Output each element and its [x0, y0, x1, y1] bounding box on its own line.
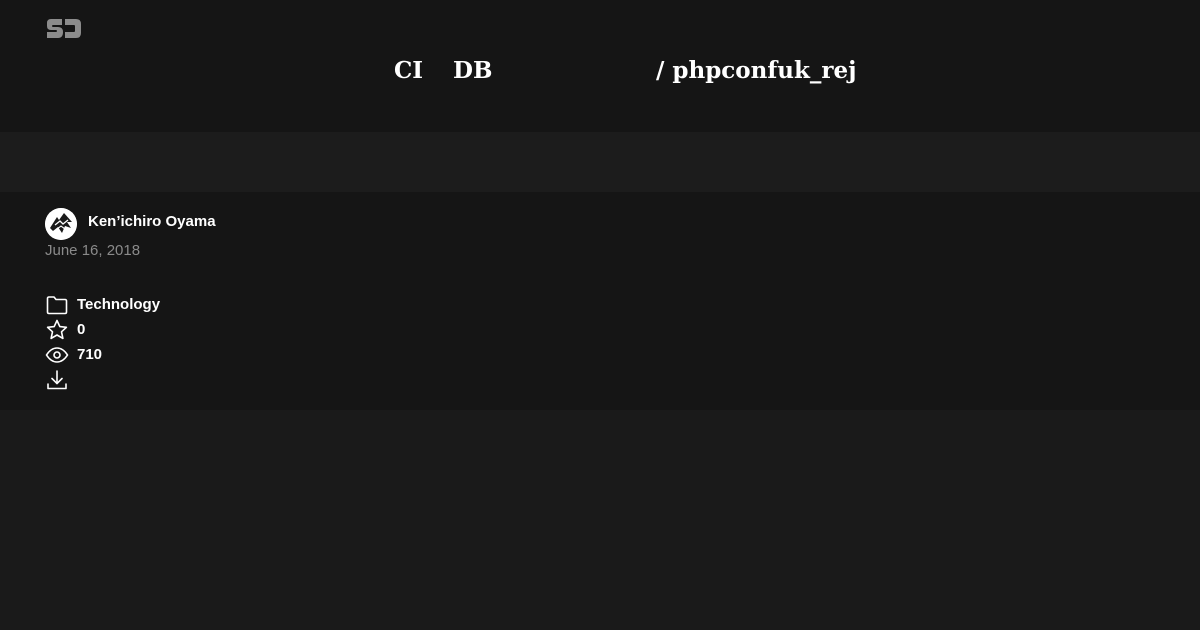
deck-title-part: / phpconfuk_rej: [656, 57, 857, 84]
stars-stat[interactable]: 0: [45, 318, 85, 342]
download-icon: [47, 370, 67, 390]
publish-date: June 16, 2018: [45, 242, 141, 259]
folder-icon: [46, 296, 68, 315]
stars-count: 0: [77, 321, 86, 338]
views-count: 710: [77, 346, 103, 363]
header: CI DB / phpconfuk_rej: [0, 0, 1200, 132]
category-label[interactable]: Technology: [77, 295, 160, 315]
slide-preview-band: [0, 132, 1200, 192]
download-button[interactable]: [45, 368, 69, 392]
deck-title: CI DB / phpconfuk_rej: [0, 52, 1200, 90]
star-icon: [46, 319, 68, 340]
deck-title-part: CI: [394, 57, 424, 84]
speakerdeck-logo-icon[interactable]: [45, 17, 82, 40]
views-stat: 710: [45, 343, 102, 367]
author-name[interactable]: Ken’ichiro Oyama: [88, 212, 216, 232]
deck-meta: Ken’ichiro Oyama June 16, 2018 Technolog…: [0, 192, 1200, 410]
eye-icon: [45, 347, 69, 363]
author-avatar[interactable]: [45, 208, 77, 240]
category-stat[interactable]: Technology: [45, 293, 160, 317]
deck-title-part: DB: [453, 57, 493, 84]
